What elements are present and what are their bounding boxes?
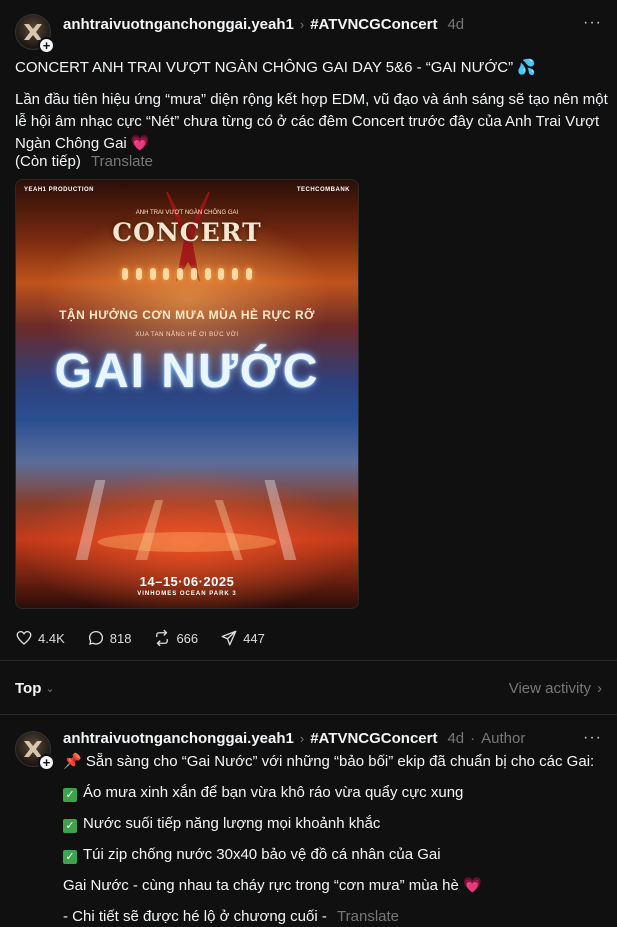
follow-plus-icon[interactable]: + (38, 754, 55, 771)
sort-dropdown[interactable]: Top ⌄ (15, 680, 55, 697)
chevron-down-icon: ⌄ (45, 682, 55, 695)
checkmark-icon: ✓ (63, 788, 77, 802)
view-activity-label: View activity (508, 679, 591, 697)
avatar[interactable]: + (15, 14, 55, 54)
poster-venue: VINHOMES OCEAN PARK 3 (137, 591, 237, 597)
checklist-item: ✓ Túi zip chống nước 30x40 bảo vệ đồ cá n… (63, 844, 441, 866)
checkmark-icon: ✓ (63, 819, 77, 833)
poster-title: GAI NƯỚC (54, 345, 320, 398)
repost-icon (156, 629, 169, 647)
poster-tagline: XUA TAN NẮNG HÈ ƠI BỨC VỜI (135, 332, 239, 338)
more-options-icon[interactable]: ··· (583, 729, 602, 747)
chevron-right-icon: › (597, 679, 602, 697)
poster-logo-left: YEAH1 PRODUCTION (24, 187, 95, 193)
comment-count: 818 (109, 630, 132, 646)
poster-logo-right: TECHCOMBANK (296, 187, 350, 193)
author-separator: · (470, 730, 476, 747)
comment-button[interactable]: 818 (87, 629, 132, 647)
share-count: 447 (243, 630, 265, 646)
more-options-icon[interactable]: ··· (583, 14, 602, 32)
reply-line: 📌 Sẵn sàng cho “Gai Nước” với những “bảo… (63, 753, 595, 770)
poster-stage-lights (122, 268, 252, 284)
post-title: CONCERT ANH TRAI VƯỢT NGÀN CHÔNG GAI DAY… (15, 59, 536, 76)
timestamp[interactable]: 4d (447, 730, 464, 747)
poster-small-title: ANH TRAI VƯỢT NGÀN CHÔNG GAI (135, 210, 239, 216)
checklist-item-text: Túi zip chống nước 30x40 bảo vệ đồ cá nh… (83, 846, 441, 863)
replies-sort-bar: Top ⌄ View activity › (15, 678, 602, 698)
poster-pyro-beams (75, 480, 297, 560)
repost-count: 666 (176, 630, 199, 646)
post-actions: 4.4K 818 666 447 (15, 628, 287, 648)
like-button[interactable]: 4.4K (15, 629, 65, 647)
section-divider (0, 660, 617, 661)
checklist-item: ✓ Áo mưa xinh xắn để bạn vừa khô ráo vừa … (63, 782, 463, 804)
chevron-right-icon: › (299, 17, 305, 32)
checkmark-icon: ✓ (63, 850, 77, 864)
reply-line: - Chi tiết sẽ được hé lộ ở chương cuối -… (63, 906, 399, 927)
translate-link[interactable]: Translate (91, 153, 153, 170)
checklist-item-text: Nước suối tiếp năng lượng mọi khoảnh khắ… (83, 815, 381, 832)
reply-closing-text: - Chi tiết sẽ được hé lộ ở chương cuối - (63, 908, 327, 925)
like-count: 4.4K (38, 630, 65, 646)
username-link[interactable]: anhtraivuotnganchonggai.yeah1 (63, 730, 294, 747)
post-body-line: lễ hội âm nhạc cực “Nét” chưa từng có ở … (15, 113, 600, 130)
checklist-item-text: Áo mưa xinh xắn để bạn vừa khô ráo vừa q… (83, 784, 464, 801)
checklist-item: ✓ Nước suối tiếp năng lượng mọi khoảnh kh… (63, 813, 380, 835)
chevron-right-icon: › (299, 731, 305, 746)
comment-icon (88, 630, 103, 645)
repost-button[interactable]: 666 (153, 629, 198, 647)
poster-concert-wordmark: CONCERT (112, 218, 262, 247)
poster-subtitle: TẬN HƯỞNG CƠN MƯA MÙA HÈ RỰC RỠ (59, 308, 315, 322)
reply-header: anhtraivuotnganchonggai.yeah1 › #ATVNCGC… (63, 730, 525, 747)
reply-line: Gai Nước - cùng nhau ta cháy rực trong “… (63, 877, 482, 894)
share-button[interactable]: 447 (220, 629, 265, 647)
post-continued-line: (Còn tiếp) Translate (15, 150, 153, 173)
sort-label: Top (15, 679, 42, 697)
heart-icon (16, 630, 32, 645)
poster-date: 14–15·06·2025 (139, 574, 235, 589)
hashtag-link[interactable]: #ATVNCGConcert (310, 16, 437, 33)
hashtag-link[interactable]: #ATVNCGConcert (310, 730, 437, 747)
username-link[interactable]: anhtraivuotnganchonggai.yeah1 (63, 16, 294, 33)
post-header: anhtraivuotnganchonggai.yeah1 › #ATVNCGC… (63, 16, 464, 33)
post-body-line: Lần đầu tiên hiệu ứng “mưa” diện rộng kế… (15, 91, 608, 108)
send-icon (221, 630, 237, 646)
author-badge: Author (481, 730, 526, 747)
view-activity-link[interactable]: View activity › (509, 680, 602, 697)
translate-link[interactable]: Translate (337, 908, 399, 925)
follow-plus-icon[interactable]: + (38, 37, 55, 54)
section-divider (0, 714, 617, 715)
continued-text: (Còn tiếp) (15, 153, 81, 170)
timestamp[interactable]: 4d (447, 16, 464, 33)
concert-poster-image[interactable]: YEAH1 PRODUCTION TECHCOMBANK ANH TRAI VƯ… (15, 179, 359, 609)
avatar[interactable]: + (15, 731, 55, 771)
